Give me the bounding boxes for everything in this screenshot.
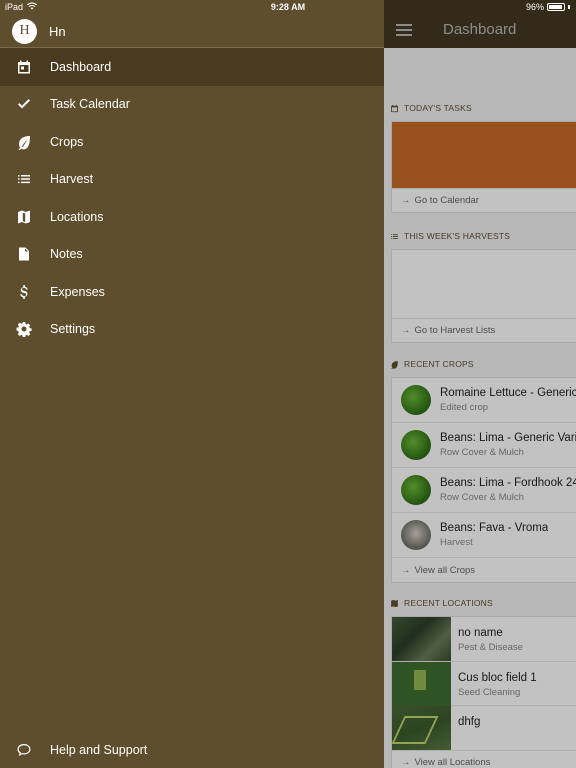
- list-icon: [391, 233, 398, 239]
- page-title: Dashboard: [443, 21, 517, 38]
- nav-label: Crops: [50, 134, 84, 149]
- leaf-icon: [391, 360, 398, 369]
- avatar: H: [12, 18, 37, 44]
- dollar-icon: [0, 284, 50, 300]
- arrow-right-icon: →: [401, 325, 411, 336]
- view-all-crops-link[interactable]: → View all Crops: [392, 558, 576, 582]
- hamburger-menu-icon[interactable]: [396, 24, 412, 36]
- section-heading-label: RECENT LOCATIONS: [404, 598, 493, 608]
- gear-icon: [0, 321, 50, 338]
- location-list-item[interactable]: dhfg: [392, 706, 576, 751]
- harvests-card: → Go to Harvest Lists: [391, 249, 576, 343]
- location-subtitle: Seed Cleaning: [458, 686, 521, 698]
- battery-percent: 96%: [525, 2, 544, 12]
- location-title: dhfg: [458, 716, 481, 728]
- section-heading-label: TODAY'S TASKS: [404, 103, 472, 113]
- section-heading-tasks: TODAY'S TASKS: [390, 103, 472, 113]
- crop-thumbnail: [401, 520, 431, 550]
- nav-label: Dashboard: [50, 59, 112, 74]
- wifi-icon: [27, 2, 38, 12]
- location-map-thumbnail: [392, 617, 451, 661]
- nav-item-dashboard[interactable]: Dashboard: [0, 48, 384, 86]
- crop-thumbnail: [401, 430, 431, 460]
- section-heading-label: THIS WEEK'S HARVESTS: [404, 231, 511, 241]
- nav-item-expenses[interactable]: Expenses: [0, 273, 384, 311]
- location-list-item[interactable]: no name Pest & Disease: [392, 617, 576, 662]
- crop-title: Romaine Lettuce - Generic: [440, 387, 576, 399]
- nav-label: Settings: [50, 322, 96, 337]
- crop-title: Beans: Fava - Vroma: [440, 522, 549, 534]
- crop-list-item[interactable]: Beans: Lima - Fordhook 24 Row Cover & Mu…: [392, 468, 576, 513]
- crop-subtitle: Row Cover & Mulch: [440, 447, 524, 458]
- crop-thumbnail: [401, 385, 431, 415]
- crop-subtitle: Edited crop: [440, 402, 489, 413]
- list-icon: [0, 171, 50, 187]
- device-name: iPad: [5, 2, 24, 12]
- section-heading-harvests: THIS WEEK'S HARVESTS: [390, 231, 510, 241]
- nav-label: Expenses: [50, 284, 105, 299]
- battery-tip: [568, 5, 570, 9]
- location-map-thumbnail: [392, 661, 451, 706]
- arrow-right-icon: →: [401, 757, 411, 768]
- status-time: 9:28 AM: [270, 2, 306, 12]
- nav-label: Locations: [50, 209, 104, 224]
- nav-item-notes[interactable]: Notes: [0, 236, 384, 274]
- leaf-icon: [0, 134, 50, 150]
- section-heading-label: RECENT CROPS: [404, 359, 474, 369]
- link-label: Go to Harvest Lists: [414, 325, 496, 336]
- location-title: Cus bloc field 1: [458, 671, 537, 684]
- link-label: Go to Calendar: [414, 195, 479, 206]
- map-icon: [391, 599, 398, 607]
- crop-title: Beans: Lima - Fordhook 24: [440, 477, 576, 489]
- help-label: Help and Support: [50, 742, 148, 757]
- speech-bubble-icon: [0, 742, 50, 758]
- tasks-content: [392, 122, 576, 188]
- crop-thumbnail: [401, 475, 431, 505]
- crop-subtitle: Row Cover & Mulch: [440, 492, 524, 503]
- status-bar: 9:28 AM iPad 96%: [0, 0, 576, 15]
- harvests-content: [392, 250, 576, 318]
- arrow-right-icon: →: [401, 564, 411, 576]
- nav-label: Task Calendar: [50, 97, 130, 112]
- navigation-drawer: H Hn Dashboard Task Calendar Crops Harve…: [0, 0, 384, 768]
- battery-icon: [547, 3, 565, 11]
- dashboard-screen: Dashboard TODAY'S TASKS → Go to Calendar…: [384, 0, 576, 768]
- arrow-right-icon: →: [401, 195, 411, 206]
- calendar-icon: [391, 104, 398, 112]
- crop-list-item[interactable]: Romaine Lettuce - Generic Edited crop: [392, 378, 576, 423]
- crop-title: Beans: Lima - Generic Vari: [440, 432, 576, 444]
- go-to-harvest-lists-link[interactable]: → Go to Harvest Lists: [392, 318, 576, 342]
- nav-label: Harvest: [50, 172, 94, 187]
- note-icon: [0, 246, 50, 262]
- location-list-item[interactable]: Cus bloc field 1 Seed Cleaning: [392, 661, 576, 706]
- location-map-thumbnail: [392, 706, 451, 750]
- view-all-locations-link[interactable]: → View all Locations: [392, 751, 576, 768]
- nav-item-locations[interactable]: Locations: [0, 198, 384, 236]
- recent-locations-card: no name Pest & Disease Cus bloc field 1 …: [391, 616, 576, 768]
- crop-list-item[interactable]: Beans: Fava - Vroma Harvest: [392, 513, 576, 558]
- tasks-card: → Go to Calendar: [391, 121, 576, 213]
- user-name: Hn: [49, 23, 66, 39]
- link-label: View all Crops: [414, 564, 476, 576]
- location-title: no name: [458, 627, 503, 639]
- nav-label: Notes: [50, 247, 83, 262]
- nav-item-settings[interactable]: Settings: [0, 311, 384, 349]
- go-to-calendar-link[interactable]: → Go to Calendar: [392, 188, 576, 212]
- section-heading-crops: RECENT CROPS: [390, 359, 474, 369]
- crop-subtitle: Harvest: [440, 537, 473, 548]
- check-icon: [0, 96, 50, 112]
- nav-list: Dashboard Task Calendar Crops Harvest Lo…: [0, 48, 384, 348]
- recent-crops-card: Romaine Lettuce - Generic Edited crop Be…: [391, 377, 576, 583]
- calendar-icon: [0, 59, 50, 75]
- nav-item-harvest[interactable]: Harvest: [0, 161, 384, 199]
- section-heading-locations: RECENT LOCATIONS: [390, 598, 493, 608]
- map-icon: [0, 209, 50, 225]
- crop-list-item[interactable]: Beans: Lima - Generic Vari Row Cover & M…: [392, 423, 576, 468]
- location-subtitle: Pest & Disease: [458, 642, 523, 653]
- link-label: View all Locations: [414, 757, 491, 768]
- help-and-support-item[interactable]: Help and Support: [0, 731, 384, 768]
- user-profile-row[interactable]: H Hn: [0, 15, 384, 47]
- nav-item-crops[interactable]: Crops: [0, 123, 384, 161]
- nav-item-task-calendar[interactable]: Task Calendar: [0, 86, 384, 124]
